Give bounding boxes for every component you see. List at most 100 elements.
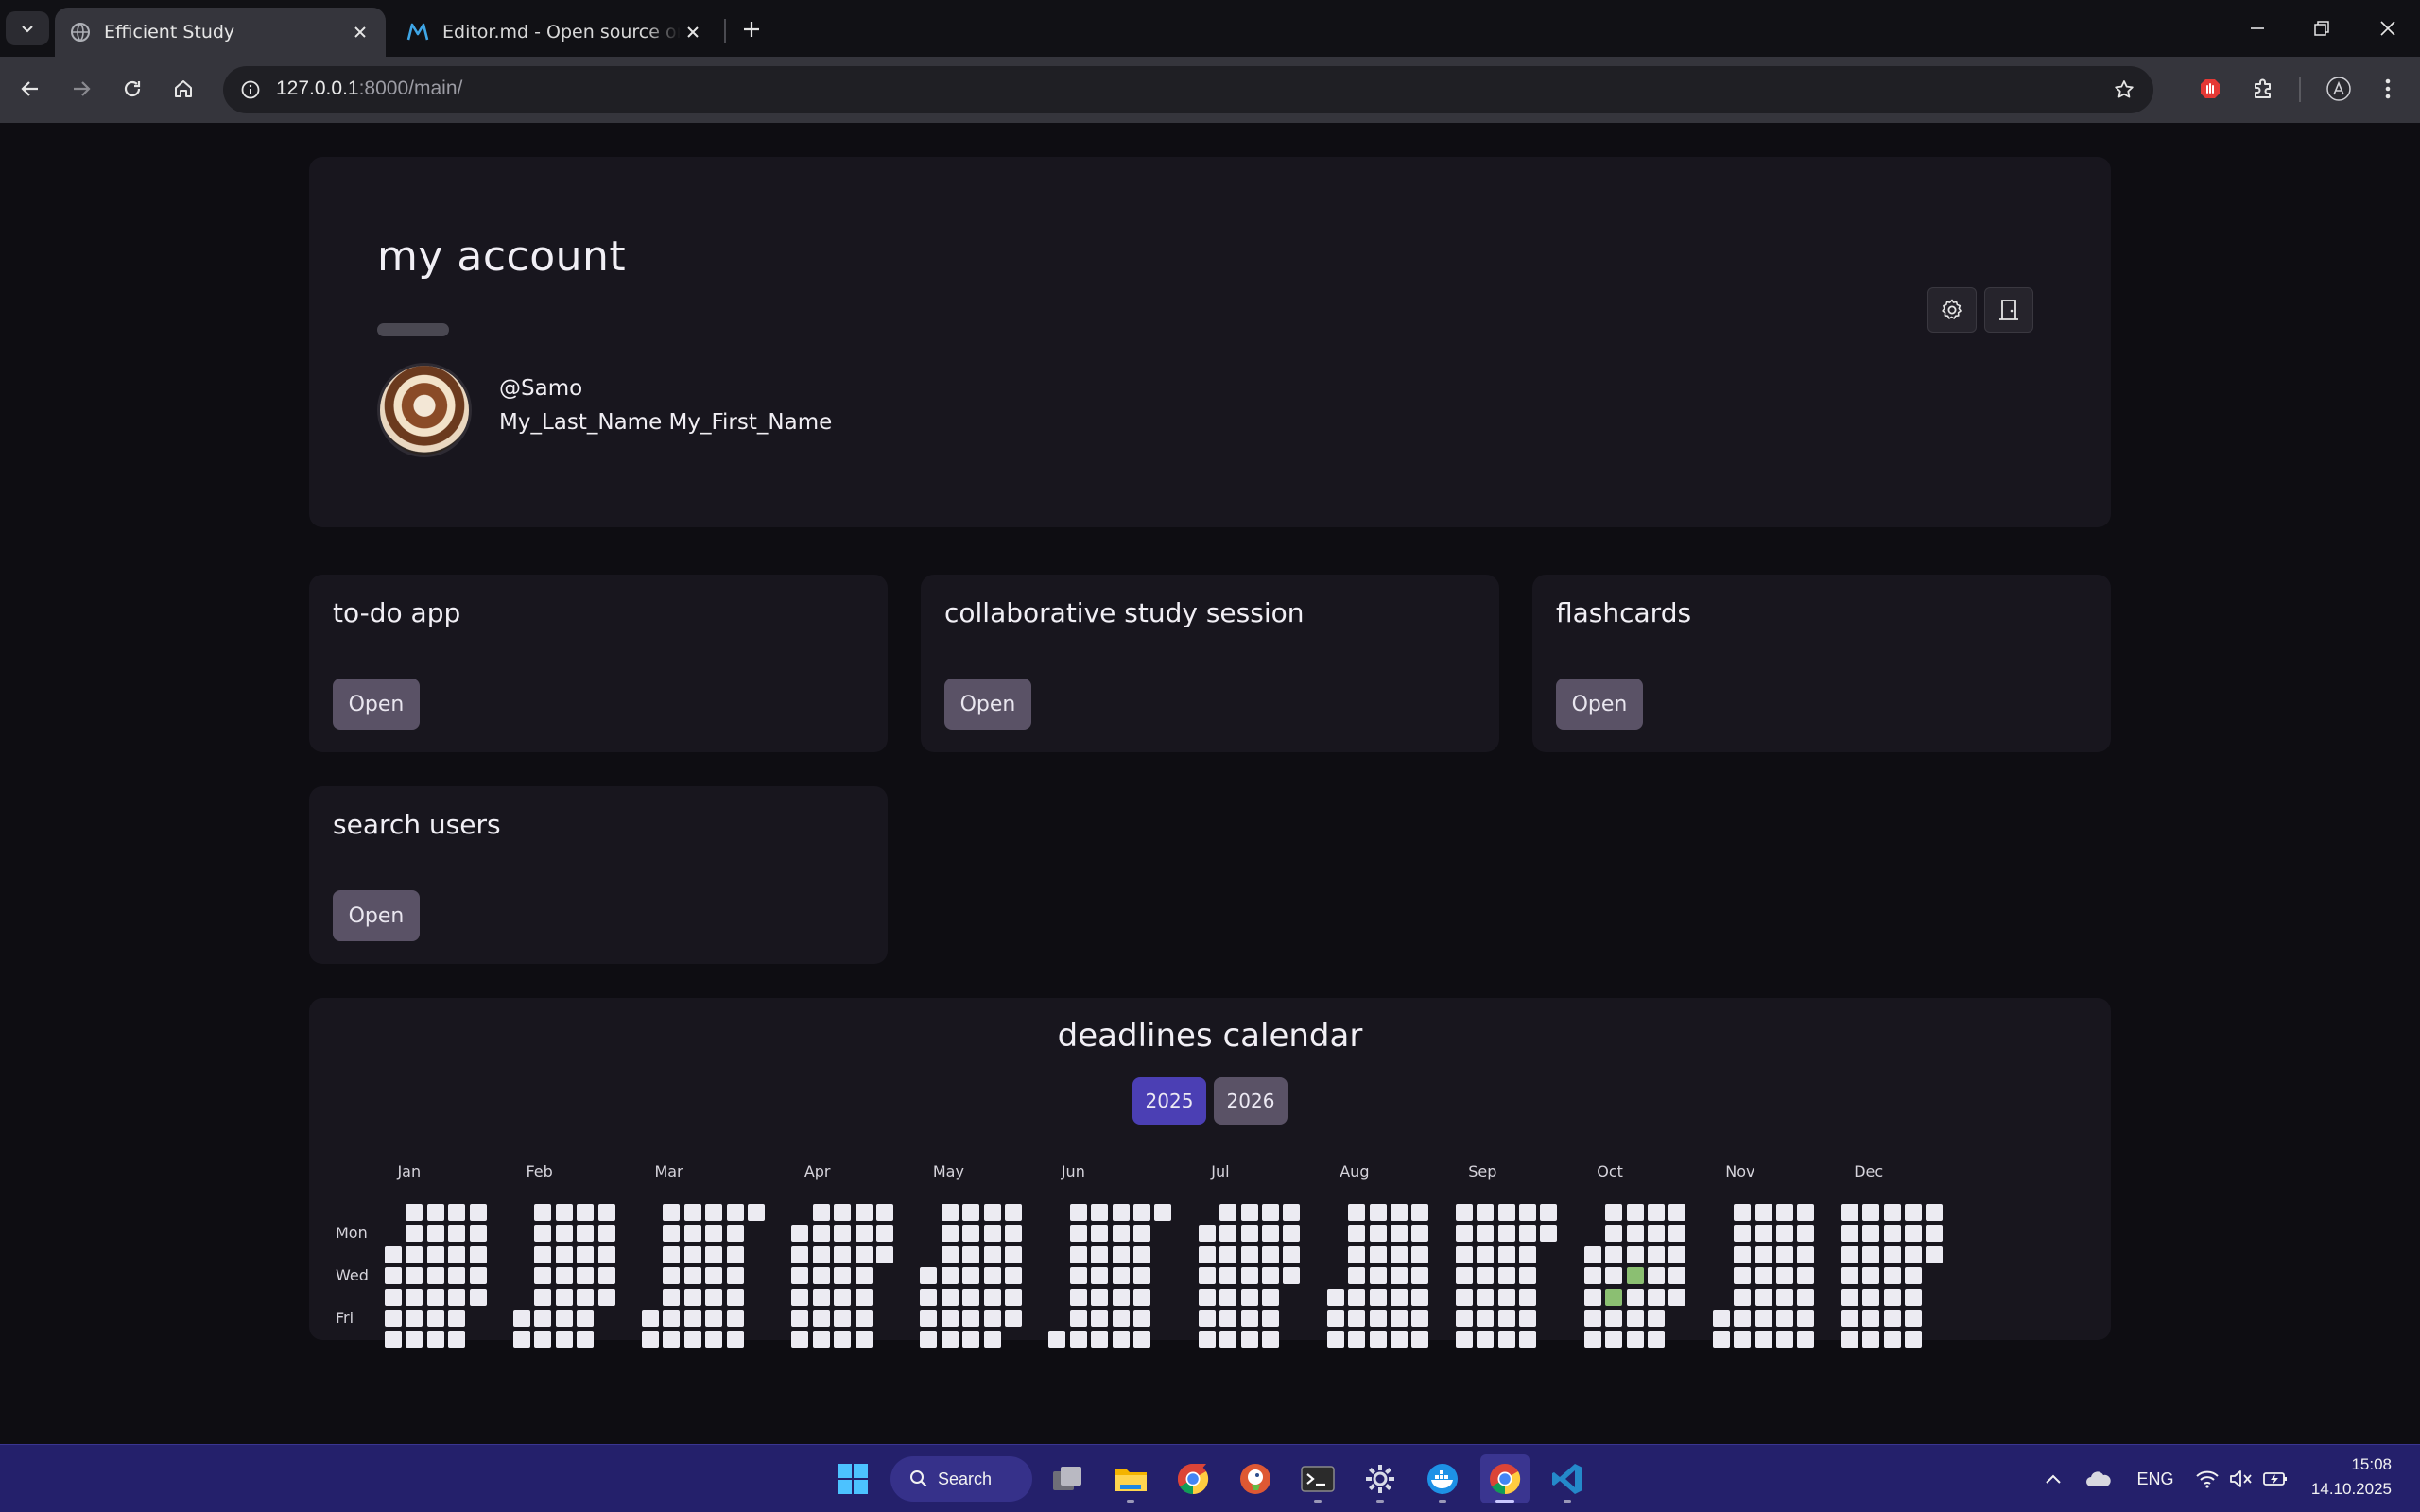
calendar-day-cell[interactable] xyxy=(1455,1267,1473,1285)
calendar-day-cell[interactable] xyxy=(1668,1246,1686,1263)
calendar-day-cell[interactable] xyxy=(1455,1246,1473,1263)
calendar-day-cell[interactable] xyxy=(663,1331,681,1349)
calendar-day-cell[interactable] xyxy=(385,1267,402,1285)
calendar-day-cell[interactable] xyxy=(1605,1204,1623,1221)
calendar-day-cell[interactable] xyxy=(1133,1225,1150,1243)
calendar-day-cell[interactable] xyxy=(1776,1331,1793,1349)
calendar-day-cell[interactable] xyxy=(555,1331,573,1349)
calendar-day-cell[interactable] xyxy=(683,1246,701,1263)
calendar-day-cell[interactable] xyxy=(705,1310,723,1327)
calendar-day-cell[interactable] xyxy=(1154,1204,1172,1221)
calendar-day-cell[interactable] xyxy=(983,1225,1001,1243)
calendar-day-cell[interactable] xyxy=(1369,1267,1387,1285)
calendar-day-cell[interactable] xyxy=(406,1246,424,1263)
calendar-day-cell[interactable] xyxy=(448,1310,466,1327)
calendar-day-cell[interactable] xyxy=(1648,1310,1665,1327)
calendar-day-cell[interactable] xyxy=(1776,1310,1793,1327)
calendar-day-cell[interactable] xyxy=(1776,1225,1793,1243)
calendar-day-cell[interactable] xyxy=(1369,1246,1387,1263)
calendar-day-cell[interactable] xyxy=(1069,1267,1087,1285)
back-button[interactable] xyxy=(11,70,49,108)
calendar-day-cell[interactable] xyxy=(1411,1225,1429,1243)
calendar-day-cell[interactable] xyxy=(1369,1288,1387,1306)
calendar-day-cell[interactable] xyxy=(812,1310,830,1327)
calendar-day-cell[interactable] xyxy=(385,1246,402,1263)
calendar-day-cell[interactable] xyxy=(726,1267,744,1285)
calendar-day-cell[interactable] xyxy=(1841,1267,1858,1285)
calendar-day-cell[interactable] xyxy=(1797,1310,1815,1327)
calendar-day-cell[interactable] xyxy=(1477,1310,1495,1327)
calendar-day-cell[interactable] xyxy=(1883,1225,1901,1243)
calendar-day-cell[interactable] xyxy=(1583,1267,1601,1285)
calendar-day-cell[interactable] xyxy=(726,1246,744,1263)
calendar-day-cell[interactable] xyxy=(1240,1225,1258,1243)
calendar-day-cell[interactable] xyxy=(941,1288,959,1306)
calendar-day-cell[interactable] xyxy=(1455,1204,1473,1221)
calendar-day-cell[interactable] xyxy=(426,1267,444,1285)
calendar-day-cell[interactable] xyxy=(791,1331,809,1349)
home-button[interactable] xyxy=(164,70,202,108)
calendar-day-cell[interactable] xyxy=(705,1267,723,1285)
extensions-button[interactable] xyxy=(2244,70,2282,108)
calendar-day-cell[interactable] xyxy=(555,1225,573,1243)
calendar-day-cell[interactable] xyxy=(1734,1288,1752,1306)
calendar-day-cell[interactable] xyxy=(920,1267,938,1285)
calendar-day-cell[interactable] xyxy=(1240,1246,1258,1263)
calendar-day-cell[interactable] xyxy=(406,1288,424,1306)
tab-close-icon[interactable] xyxy=(348,20,372,44)
calendar-day-cell[interactable] xyxy=(1605,1331,1623,1349)
calendar-day-cell[interactable] xyxy=(1091,1204,1109,1221)
calendar-day-cell[interactable] xyxy=(1862,1267,1880,1285)
calendar-day-cell[interactable] xyxy=(1262,1246,1279,1263)
docker-button[interactable] xyxy=(1418,1454,1467,1503)
calendar-day-cell[interactable] xyxy=(791,1310,809,1327)
calendar-day-cell[interactable] xyxy=(683,1204,701,1221)
calendar-day-cell[interactable] xyxy=(855,1225,873,1243)
calendar-day-cell[interactable] xyxy=(1005,1246,1022,1263)
calendar-day-cell[interactable] xyxy=(983,1310,1001,1327)
calendar-day-cell[interactable] xyxy=(1112,1288,1130,1306)
calendar-day-cell[interactable] xyxy=(983,1267,1001,1285)
calendar-day-cell[interactable] xyxy=(1391,1331,1408,1349)
task-view-button[interactable] xyxy=(1044,1454,1093,1503)
calendar-day-cell[interactable] xyxy=(962,1310,980,1327)
calendar-day-cell[interactable] xyxy=(812,1267,830,1285)
calendar-day-cell[interactable] xyxy=(1734,1225,1752,1243)
calendar-day-cell[interactable] xyxy=(1240,1331,1258,1349)
calendar-day-cell[interactable] xyxy=(597,1246,615,1263)
calendar-day-cell[interactable] xyxy=(406,1225,424,1243)
calendar-day-cell[interactable] xyxy=(597,1204,615,1221)
bookmark-button[interactable] xyxy=(2106,72,2142,108)
calendar-day-cell[interactable] xyxy=(1283,1267,1301,1285)
calendar-day-cell[interactable] xyxy=(941,1225,959,1243)
calendar-day-cell[interactable] xyxy=(385,1288,402,1306)
calendar-day-cell[interactable] xyxy=(1219,1310,1237,1327)
calendar-day-cell[interactable] xyxy=(1862,1246,1880,1263)
calendar-day-cell[interactable] xyxy=(663,1225,681,1243)
calendar-day-cell[interactable] xyxy=(406,1331,424,1349)
profile-button[interactable] xyxy=(2320,70,2358,108)
calendar-day-cell[interactable] xyxy=(1519,1204,1536,1221)
calendar-day-cell[interactable] xyxy=(1369,1331,1387,1349)
terminal-button[interactable] xyxy=(1293,1454,1342,1503)
calendar-day-cell[interactable] xyxy=(834,1310,852,1327)
calendar-day-cell[interactable] xyxy=(748,1204,765,1221)
calendar-day-cell[interactable] xyxy=(1240,1288,1258,1306)
calendar-day-cell[interactable] xyxy=(1069,1246,1087,1263)
calendar-day-cell[interactable] xyxy=(448,1267,466,1285)
new-tab-button[interactable] xyxy=(735,13,768,45)
vscode-button[interactable] xyxy=(1543,1454,1592,1503)
calendar-day-cell[interactable] xyxy=(1133,1267,1150,1285)
calendar-day-cell[interactable] xyxy=(1841,1225,1858,1243)
calendar-day-cell[interactable] xyxy=(1841,1204,1858,1221)
calendar-day-cell[interactable] xyxy=(1754,1204,1772,1221)
calendar-day-cell[interactable] xyxy=(385,1331,402,1349)
calendar-day-cell[interactable] xyxy=(577,1267,595,1285)
calendar-day-cell[interactable] xyxy=(406,1310,424,1327)
calendar-day-cell[interactable] xyxy=(1797,1331,1815,1349)
calendar-day-cell[interactable] xyxy=(1797,1204,1815,1221)
tab-close-icon[interactable] xyxy=(681,20,705,44)
calendar-day-cell[interactable] xyxy=(448,1288,466,1306)
calendar-day-cell[interactable] xyxy=(1862,1204,1880,1221)
calendar-day-cell[interactable] xyxy=(1648,1267,1665,1285)
